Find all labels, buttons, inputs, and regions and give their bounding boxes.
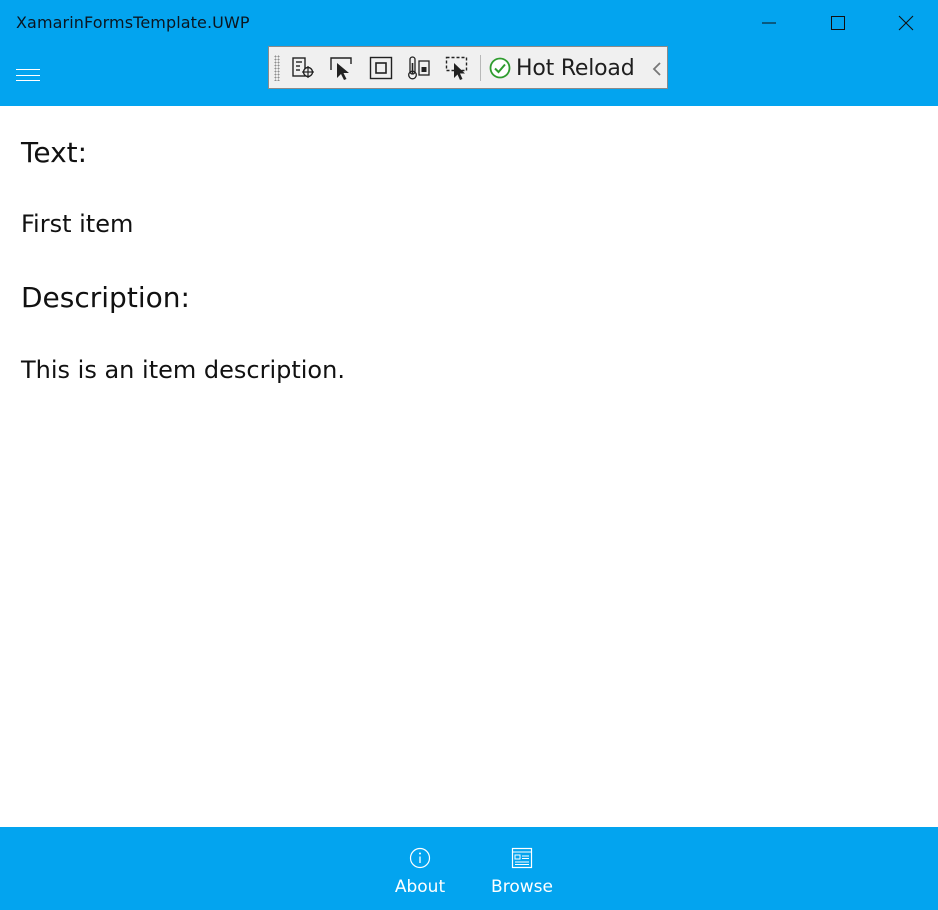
tab-about-label: About <box>394 877 446 897</box>
check-circle-icon <box>489 57 511 79</box>
close-button[interactable] <box>872 0 938 46</box>
hamburger-menu-button[interactable] <box>16 69 40 81</box>
hamburger-line <box>16 74 40 76</box>
xaml-hot-reload-toolbar: Hot Reload <box>268 46 668 89</box>
bottom-tab-bar: About Browse <box>0 827 938 910</box>
preview-selection-icon[interactable] <box>444 55 470 81</box>
maximize-button[interactable] <box>804 0 872 46</box>
list-icon <box>511 847 533 869</box>
toolbar-grip-handle[interactable] <box>274 55 280 81</box>
text-value: First item <box>21 210 134 238</box>
minimize-icon <box>762 22 776 24</box>
collapse-toolbar-chevron-icon[interactable] <box>650 61 664 77</box>
display-layout-adorners-icon[interactable] <box>368 55 394 81</box>
hot-reload-label: Hot Reload <box>516 55 635 81</box>
description-label: Description: <box>21 281 190 314</box>
hamburger-line <box>16 69 40 70</box>
title-bar: XamarinFormsTemplate.UWP Hot Reload <box>0 0 938 106</box>
tab-browse[interactable]: Browse <box>477 827 567 910</box>
tab-browse-label: Browse <box>491 877 553 897</box>
app-title: XamarinFormsTemplate.UWP <box>16 13 250 32</box>
close-icon <box>898 15 914 31</box>
maximize-icon <box>831 16 845 30</box>
track-focus-icon[interactable] <box>406 55 432 81</box>
go-to-live-visual-tree-icon[interactable] <box>290 55 316 81</box>
description-value: This is an item description. <box>21 356 345 384</box>
info-icon <box>409 847 431 869</box>
toolbar-separator <box>480 55 481 81</box>
minimize-button[interactable] <box>735 0 803 46</box>
select-element-icon[interactable] <box>328 55 354 81</box>
text-label: Text: <box>21 136 88 169</box>
tab-about[interactable]: About <box>375 827 465 910</box>
hot-reload-status[interactable]: Hot Reload <box>489 54 635 82</box>
hamburger-line <box>16 80 40 81</box>
